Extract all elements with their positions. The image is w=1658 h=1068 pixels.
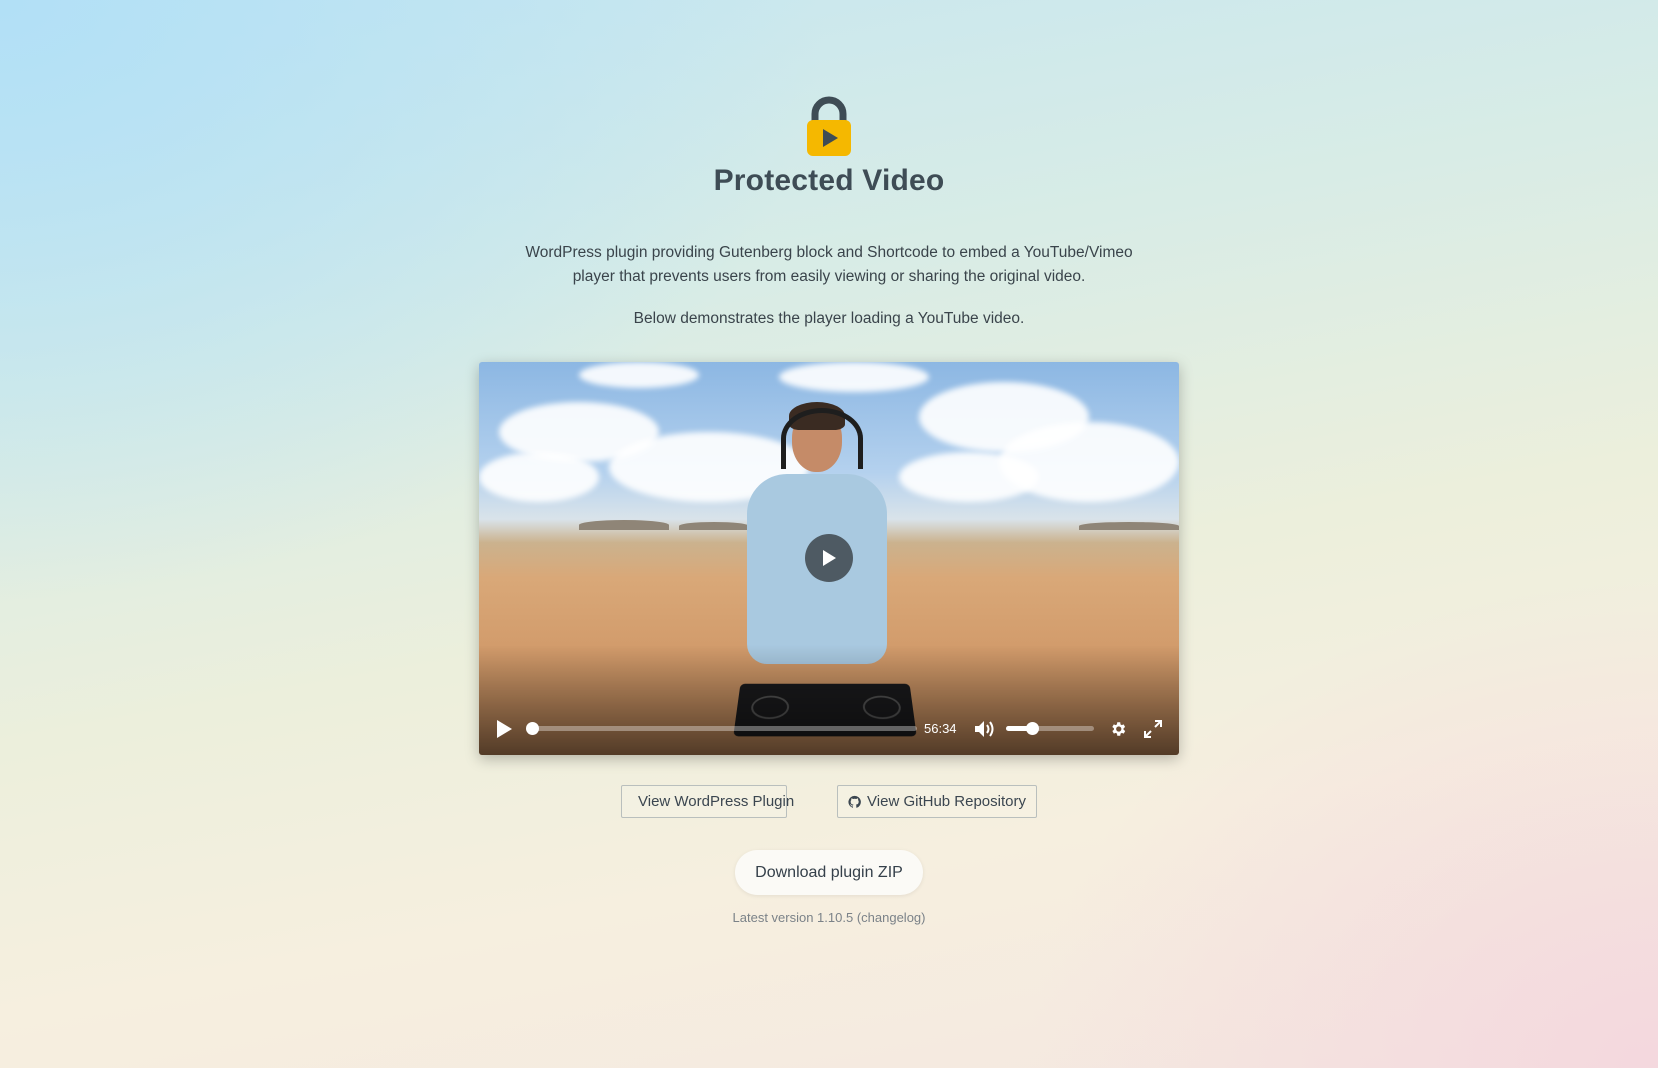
changelog-link[interactable]: (changelog)	[857, 910, 926, 925]
volume-slider[interactable]	[1006, 726, 1094, 731]
page: Protected Video WordPress plugin providi…	[0, 0, 1658, 1068]
github-icon	[848, 795, 861, 808]
duration-readout: 56:34	[924, 721, 957, 736]
view-github-repository-button[interactable]: View GitHub Repository	[837, 785, 1037, 818]
plugin-description: WordPress plugin providing Gutenberg blo…	[525, 244, 1133, 285]
page-title: Protected Video	[713, 164, 945, 197]
view-github-repository-label: View GitHub Repository	[867, 793, 1026, 810]
fullscreen-icon[interactable]	[1144, 720, 1162, 738]
player-controls: 56:34	[479, 703, 1179, 755]
version-text: Latest version 1.10.5	[732, 910, 857, 925]
demo-note: Below demonstrates the player loading a …	[633, 310, 1025, 327]
view-wordpress-plugin-label: View WordPress Plugin	[638, 793, 795, 810]
play-icon[interactable]	[495, 719, 513, 739]
video-player[interactable]: 56:34	[479, 362, 1179, 755]
view-wordpress-plugin-button[interactable]: View WordPress Plugin	[621, 785, 794, 818]
volume-icon[interactable]	[974, 720, 996, 738]
progress-handle[interactable]	[526, 722, 539, 735]
lock-play-icon	[807, 96, 851, 156]
version-info: Latest version 1.10.5 (changelog)	[0, 910, 1658, 925]
gear-icon[interactable]	[1109, 720, 1127, 738]
volume-handle[interactable]	[1026, 722, 1040, 735]
big-play-icon[interactable]	[805, 534, 853, 582]
download-plugin-zip-button[interactable]: Download plugin ZIP	[735, 850, 923, 895]
progress-bar[interactable]	[531, 726, 917, 731]
